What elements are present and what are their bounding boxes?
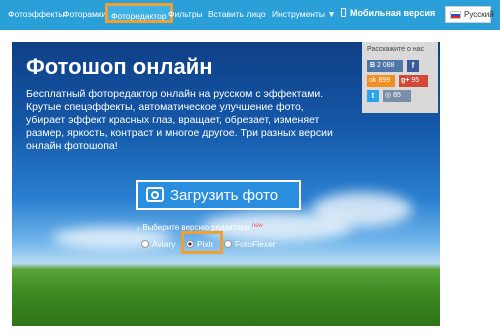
option-label: Aviary	[152, 239, 176, 249]
odnoklassniki-icon: ok	[369, 77, 377, 84]
share-widget: Расскажите о нас B 2 088 f ok 899 g+ 95 …	[362, 42, 438, 113]
nav-item-photo-editor[interactable]: Фоторедактор	[105, 3, 173, 23]
editor-option-aviary[interactable]: Aviary	[141, 239, 175, 249]
russian-flag-icon	[450, 11, 461, 19]
vk-icon: B	[370, 62, 376, 69]
phone-icon	[341, 8, 346, 17]
radio-button-selected[interactable]	[186, 240, 194, 248]
share-heading: Расскажите о нас	[367, 46, 425, 53]
vk-share-button[interactable]: B 2 088	[367, 60, 403, 72]
upload-photo-button[interactable]: Загрузить фото	[136, 180, 301, 210]
option-label: Pixlr	[197, 239, 214, 249]
twitter-icon[interactable]: t	[367, 90, 379, 102]
mobile-version-label: Мобильная версия	[350, 8, 436, 18]
other-share-icon: ◎	[385, 92, 392, 99]
other-share-count: 85	[393, 92, 401, 99]
nav-item-filters[interactable]: Фильтры	[168, 9, 203, 19]
upload-photo-label: Загрузить фото	[170, 187, 279, 204]
nav-item-insert-face[interactable]: Вставить лицо	[208, 9, 266, 19]
new-badge: new	[251, 223, 263, 229]
description-text: Бесплатный фоторедактор онлайн на русско…	[26, 88, 333, 152]
cloud-decoration	[312, 192, 412, 227]
googleplus-share-button[interactable]: g+ 95	[399, 75, 428, 87]
googleplus-icon: g+	[401, 77, 410, 84]
camera-icon	[146, 187, 164, 202]
editor-option-pixlr[interactable]: Pixlr	[181, 231, 223, 254]
nav-item-photo-frames[interactable]: Фоторамки	[63, 9, 106, 19]
option-label: FotoFlexer	[235, 239, 276, 249]
page-title: Фотошоп онлайн	[26, 54, 213, 79]
odnoklassniki-share-button[interactable]: ok 899	[367, 75, 395, 87]
language-label: Русский	[464, 10, 494, 19]
editor-option-fotoflexer[interactable]: FotoFlexer	[224, 239, 276, 249]
googleplus-count: 95	[411, 77, 420, 84]
nav-item-photo-effects[interactable]: Фотоэффекты	[8, 9, 64, 19]
language-selector[interactable]: Русский	[445, 6, 494, 23]
radio-button[interactable]	[141, 240, 149, 248]
facebook-icon[interactable]: f	[407, 60, 419, 72]
radio-button[interactable]	[224, 240, 232, 248]
other-share-button[interactable]: ◎ 85	[383, 90, 411, 102]
vk-count: 2 088	[377, 62, 395, 69]
top-navigation: Фотоэффекты Фоторамки Фоторедактор Фильт…	[0, 0, 500, 30]
nav-item-tools-dropdown[interactable]: Инструменты ▼	[272, 9, 336, 19]
odnoklassniki-count: 899	[378, 77, 391, 84]
mobile-version-link[interactable]: Мобильная версия	[341, 8, 435, 18]
